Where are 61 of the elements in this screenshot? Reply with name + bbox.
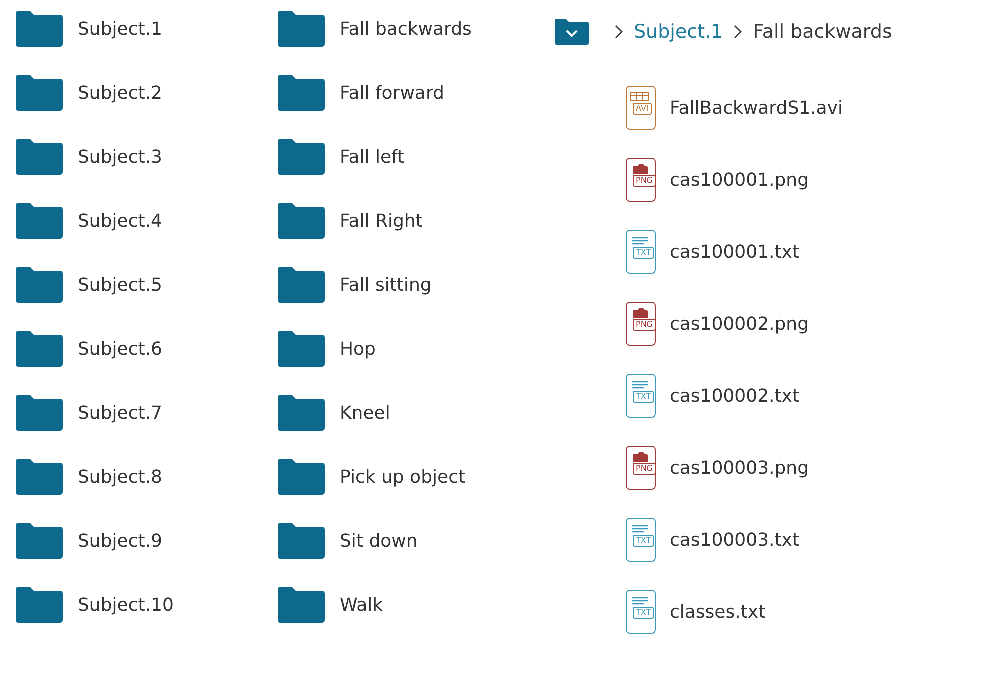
folder-icon [14,266,64,304]
file-icon: PNG [626,158,656,202]
folder-icon [14,522,64,560]
folder-icon [276,458,326,496]
folder-name[interactable]: Fall forward [340,82,444,104]
folder-icon [276,138,326,176]
folder-icon [14,330,64,368]
file-name[interactable]: cas100001.txt [670,242,800,262]
file-icon: TXT [626,374,656,418]
chevron-right-icon [733,24,744,40]
file-name[interactable]: classes.txt [670,602,766,622]
file-icon: TXT [626,230,656,274]
file-name[interactable]: cas100003.png [670,458,809,478]
folder-name[interactable]: Sit down [340,530,418,552]
folder-name[interactable]: Fall backwards [340,18,472,40]
folder-name[interactable]: Subject.6 [78,338,162,360]
folder-icon [14,74,64,112]
folder-name[interactable]: Pick up object [340,466,466,488]
folder-icon [276,330,326,368]
folder-icon [14,458,64,496]
folder-icon [14,10,64,48]
folder-icon [14,202,64,240]
breadcrumb-item[interactable]: Fall backwards [753,21,892,43]
folder-name[interactable]: Subject.10 [78,594,174,616]
file-name[interactable]: cas100002.png [670,314,809,334]
chevron-right-icon [614,24,624,40]
folder-name[interactable]: Fall left [340,146,405,168]
folder-icon [276,10,326,48]
file-name[interactable]: FallBackwardS1.avi [670,98,843,118]
folder-name[interactable]: Subject.2 [78,82,162,104]
folder-icon [14,394,64,432]
folder-icon [276,586,326,624]
folder-name[interactable]: Subject.5 [78,274,162,296]
folder-name[interactable]: Fall Right [340,210,423,232]
folder-icon [276,74,326,112]
folder-name[interactable]: Subject.8 [78,466,162,488]
folder-name[interactable]: Subject.1 [78,18,162,40]
file-icon: AVI [626,86,656,130]
folder-icon [14,586,64,624]
folder-name[interactable]: Fall sitting [340,274,432,296]
file-icon: TXT [626,590,656,634]
file-icon: TXT [626,518,656,562]
breadcrumb-item[interactable]: Subject.1 [634,21,724,43]
folder-name[interactable]: Subject.4 [78,210,162,232]
file-name[interactable]: cas100003.txt [670,530,800,550]
file-name[interactable]: cas100002.txt [670,386,800,406]
folder-icon [276,202,326,240]
file-icon: PNG [626,446,656,490]
folder-name[interactable]: Subject.7 [78,402,162,424]
folder-name[interactable]: Walk [340,594,384,616]
folder-icon [276,522,326,560]
file-name[interactable]: cas100001.png [670,170,809,190]
folder-icon [276,394,326,432]
folder-name[interactable]: Hop [340,338,376,360]
folder-name[interactable]: Kneel [340,402,390,424]
folder-dropdown-icon[interactable] [554,18,590,46]
folder-icon [14,138,64,176]
folder-icon [276,266,326,304]
file-icon: PNG [626,302,656,346]
folder-name[interactable]: Subject.9 [78,530,162,552]
folder-name[interactable]: Subject.3 [78,146,162,168]
